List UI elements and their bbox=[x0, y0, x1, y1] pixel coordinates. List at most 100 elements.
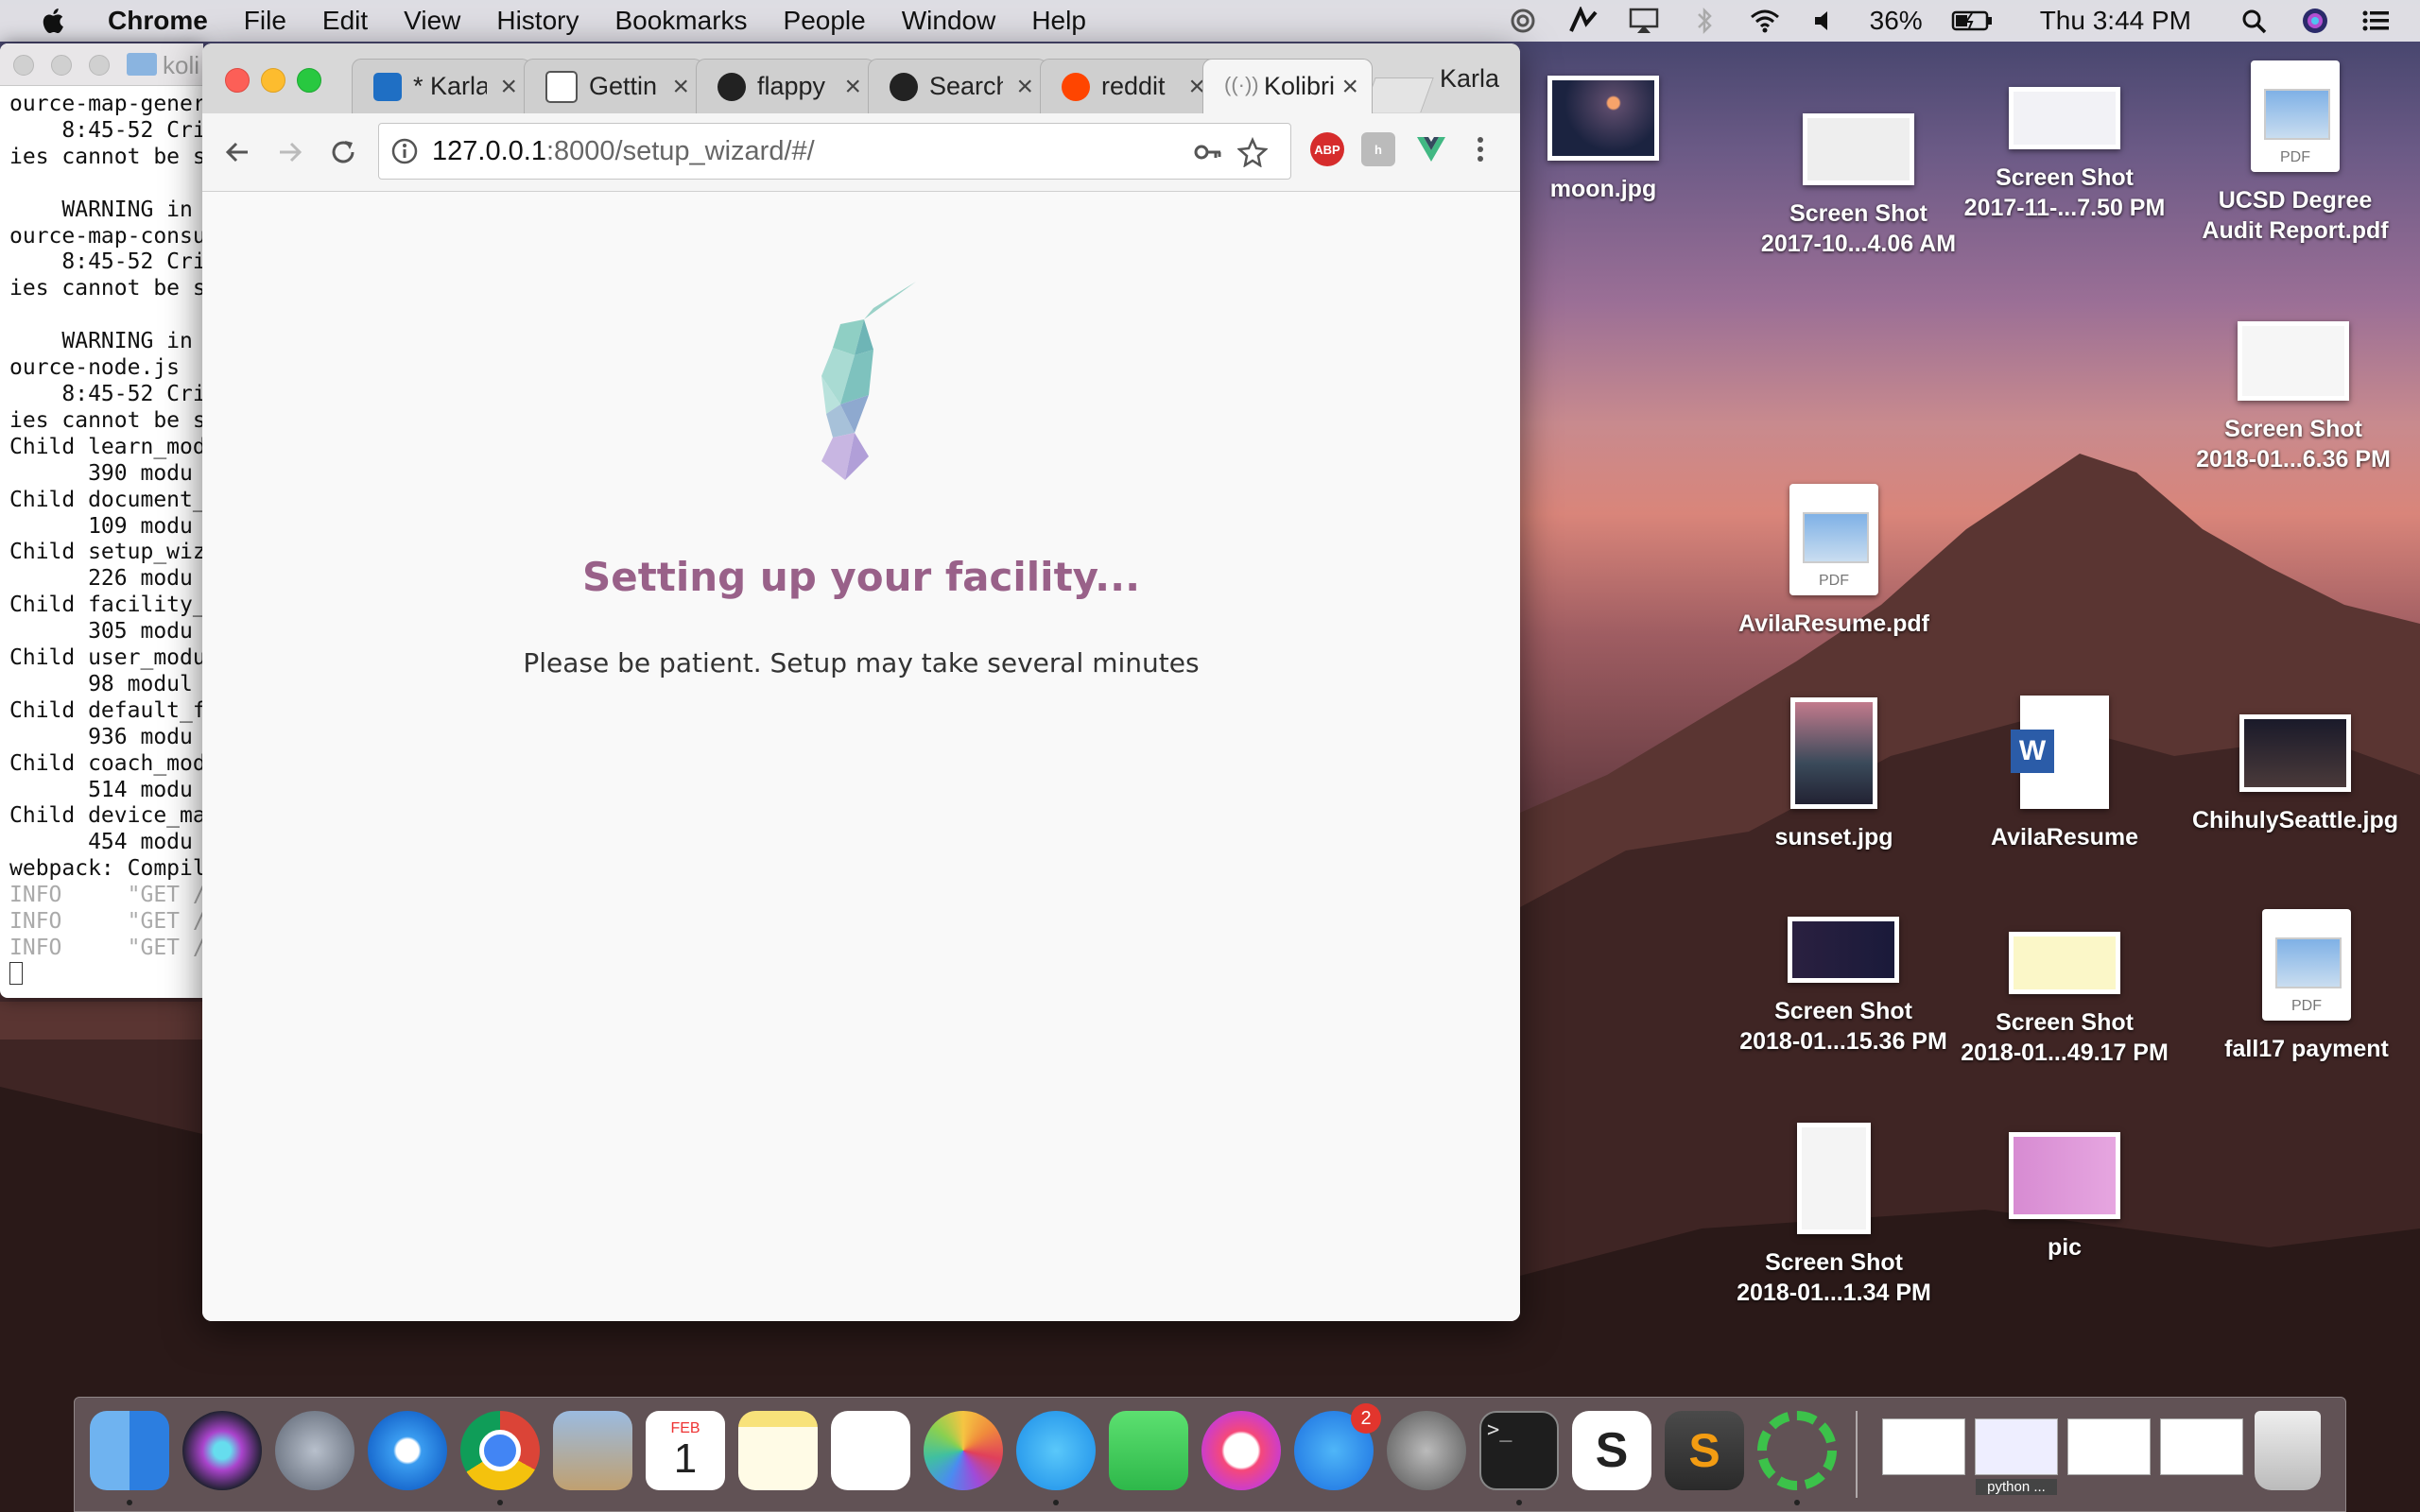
progress-ring-icon[interactable] bbox=[1757, 1411, 1837, 1490]
apple-menu-icon[interactable] bbox=[38, 5, 70, 37]
address-bar[interactable]: 127.0.0.1:8000/setup_wizard/#/ bbox=[378, 123, 1291, 180]
facetime-icon[interactable] bbox=[1109, 1411, 1188, 1490]
tab-getting-started[interactable]: Gettin × bbox=[524, 59, 703, 113]
creative-cloud-icon[interactable] bbox=[1507, 7, 1539, 35]
siri-icon[interactable] bbox=[2299, 7, 2331, 35]
slack-icon[interactable]: S bbox=[1572, 1411, 1651, 1490]
minimized-window-1[interactable] bbox=[1882, 1418, 1965, 1475]
desktop-icon-screenshot-6[interactable]: Screen Shot 2018-01...1.34 PM bbox=[1720, 1123, 1947, 1308]
back-button[interactable] bbox=[214, 129, 261, 176]
siri-icon[interactable] bbox=[182, 1411, 262, 1490]
terminal-line: ies cannot be s bbox=[9, 144, 203, 169]
desktop-icon-chihuly[interactable]: ChihulySeattle.jpg bbox=[2182, 714, 2409, 835]
tab-close-icon[interactable]: × bbox=[1341, 71, 1358, 103]
tab-search[interactable]: Search × bbox=[868, 59, 1047, 113]
photos-icon[interactable] bbox=[924, 1411, 1003, 1490]
bluetooth-icon[interactable] bbox=[1688, 7, 1720, 35]
bookmark-star-icon[interactable] bbox=[1237, 137, 1268, 167]
tab-karla[interactable]: * Karla × bbox=[352, 59, 531, 113]
app-store-icon[interactable]: 2 bbox=[1294, 1403, 1381, 1490]
terminal-titlebar[interactable]: koli bbox=[0, 43, 203, 86]
file-name: sunset.jpg bbox=[1774, 824, 1893, 850]
menu-people[interactable]: People bbox=[784, 6, 866, 36]
wifi-icon[interactable] bbox=[1749, 7, 1781, 35]
scribble-app-icon[interactable] bbox=[1567, 7, 1599, 35]
menu-view[interactable]: View bbox=[404, 6, 460, 36]
desktop-icon-screenshot-5[interactable]: Screen Shot 2018-01...49.17 PM bbox=[1951, 932, 2178, 1068]
menu-history[interactable]: History bbox=[496, 6, 579, 36]
key-icon[interactable] bbox=[1192, 137, 1222, 167]
chrome-icon[interactable] bbox=[460, 1411, 540, 1490]
window-close-button[interactable] bbox=[225, 68, 250, 93]
terminal-window[interactable]: koli ource-map-gener 8:45-52 Cri ies cann… bbox=[0, 43, 203, 998]
desktop-icon-screenshot-2[interactable]: Screen Shot 2017-11-...7.50 PM bbox=[1951, 87, 2178, 223]
file-name-line-2: 2018-01...6.36 PM bbox=[2196, 446, 2391, 472]
menu-app-name[interactable]: Chrome bbox=[108, 6, 208, 36]
desktop-icon-sunset[interactable]: sunset.jpg bbox=[1720, 697, 1947, 852]
terminal-info-line: INFO "GET / bbox=[9, 936, 203, 960]
notes-icon[interactable] bbox=[738, 1411, 818, 1490]
desktop-icon-moon[interactable]: moon.jpg bbox=[1490, 76, 1717, 204]
tab-label: Kolibri bbox=[1264, 72, 1336, 100]
forward-button[interactable] bbox=[267, 129, 314, 176]
desktop-icon-ucsd-pdf[interactable]: PDF UCSD Degree Audit Report.pdf bbox=[2182, 60, 2409, 246]
terminal-close-button[interactable] bbox=[13, 55, 34, 76]
file-name-line-2: 2018-01...15.36 PM bbox=[1739, 1028, 1947, 1055]
sublime-text-icon[interactable]: S bbox=[1665, 1411, 1744, 1490]
tab-close-icon[interactable]: × bbox=[1016, 71, 1033, 103]
tab-close-icon[interactable]: × bbox=[672, 71, 689, 103]
terminal-zoom-button[interactable] bbox=[89, 55, 110, 76]
menu-file[interactable]: File bbox=[244, 6, 286, 36]
terminal-icon[interactable]: >_ bbox=[1479, 1411, 1559, 1490]
reload-button[interactable] bbox=[320, 129, 367, 176]
menubar-clock[interactable]: Thu 3:44 PM bbox=[2040, 6, 2191, 36]
chrome-window[interactable]: * Karla × Gettin × flappy × Search × red… bbox=[202, 43, 1520, 1321]
volume-icon[interactable] bbox=[1809, 7, 1841, 35]
minimized-window-4[interactable] bbox=[2160, 1418, 2243, 1475]
trash-icon[interactable] bbox=[2255, 1411, 2321, 1490]
spotlight-search-icon[interactable] bbox=[2238, 7, 2271, 35]
minimized-window-python[interactable]: python ... bbox=[1975, 1418, 2058, 1495]
menu-edit[interactable]: Edit bbox=[322, 6, 368, 36]
window-minimize-button[interactable] bbox=[261, 68, 285, 93]
extension-h-icon[interactable]: h bbox=[1361, 132, 1395, 166]
mail-icon[interactable] bbox=[553, 1411, 632, 1490]
desktop-icon-fall17-payment[interactable]: PDF fall17 payment bbox=[2193, 909, 2420, 1064]
tab-kolibri[interactable]: ((·)) Kolibri × bbox=[1202, 59, 1373, 113]
tab-reddit[interactable]: reddit × bbox=[1040, 59, 1219, 113]
file-name: Screen Shot bbox=[2224, 416, 2362, 442]
safari-icon[interactable] bbox=[368, 1411, 447, 1490]
terminal-output[interactable]: ource-map-gener 8:45-52 Cri ies cannot be… bbox=[0, 86, 203, 992]
menu-bookmarks[interactable]: Bookmarks bbox=[614, 6, 747, 36]
desktop-icon-avila-resume-doc[interactable]: W AvilaResume bbox=[1951, 696, 2178, 852]
launchpad-icon[interactable] bbox=[275, 1411, 354, 1490]
finder-icon[interactable] bbox=[90, 1411, 169, 1490]
desktop-icon-screenshot-4[interactable]: Screen Shot 2018-01...15.36 PM bbox=[1730, 917, 1957, 1057]
menu-help[interactable]: Help bbox=[1031, 6, 1086, 36]
battery-percent[interactable]: 36% bbox=[1870, 6, 1923, 36]
system-preferences-icon[interactable] bbox=[1387, 1411, 1466, 1490]
battery-icon[interactable] bbox=[1951, 7, 1993, 35]
itunes-icon[interactable] bbox=[1201, 1411, 1281, 1490]
desktop-icon-screenshot-3[interactable]: Screen Shot 2018-01...6.36 PM bbox=[2180, 321, 2407, 474]
desktop-icon-screenshot-1[interactable]: Screen Shot 2017-10...4.06 AM bbox=[1745, 113, 1972, 259]
desktop-icon-resume-pdf[interactable]: PDF AvilaResume.pdf bbox=[1720, 484, 1947, 639]
window-zoom-button[interactable] bbox=[297, 68, 321, 93]
airplay-icon[interactable] bbox=[1628, 7, 1660, 35]
tab-close-icon[interactable]: × bbox=[500, 71, 517, 103]
messages-icon[interactable] bbox=[1016, 1411, 1096, 1490]
site-info-icon[interactable] bbox=[390, 137, 419, 165]
calendar-icon[interactable]: FEB 1 bbox=[646, 1411, 725, 1490]
new-tab-button[interactable] bbox=[1362, 77, 1434, 112]
terminal-minimize-button[interactable] bbox=[51, 55, 72, 76]
minimized-window-3[interactable] bbox=[2067, 1418, 2151, 1475]
tab-close-icon[interactable]: × bbox=[844, 71, 861, 103]
image-thumbnail bbox=[2239, 714, 2351, 792]
notification-center-icon[interactable] bbox=[2360, 7, 2392, 35]
vue-devtools-icon[interactable] bbox=[1414, 132, 1448, 166]
reminders-icon[interactable] bbox=[831, 1411, 910, 1490]
tab-flappy[interactable]: flappy × bbox=[696, 59, 875, 113]
adblock-plus-icon[interactable]: ABP bbox=[1310, 132, 1344, 166]
menu-window[interactable]: Window bbox=[902, 6, 996, 36]
desktop-icon-pic[interactable]: pic bbox=[1951, 1132, 2178, 1263]
